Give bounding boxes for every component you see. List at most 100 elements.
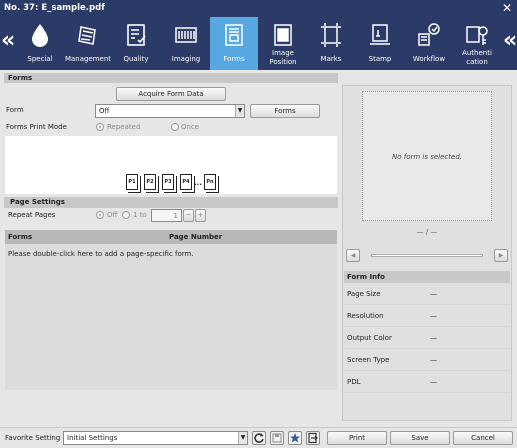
chevron-down-icon: ▼ <box>235 105 244 117</box>
radio-once[interactable] <box>171 123 179 131</box>
forms-button[interactable]: Forms <box>250 104 320 118</box>
crop-marks-icon <box>321 23 341 47</box>
page-forms-table-header: Forms Page Number <box>5 230 337 244</box>
acquire-form-data-button[interactable]: Acquire Form Data <box>116 87 226 101</box>
page-icon-p1: P1 <box>126 174 141 193</box>
tab-forms[interactable]: Forms <box>210 17 258 70</box>
column-header-forms[interactable]: Forms <box>8 230 32 244</box>
tab-label: Workflow <box>412 55 446 63</box>
page-settings-title: Page Settings <box>10 198 65 206</box>
scroll-right-icon[interactable]: « <box>503 27 517 55</box>
drop-icon <box>32 24 48 47</box>
radio-repeated-label: Repeated <box>107 123 141 131</box>
window-title: No. 37: E_sample.pdf <box>4 3 105 13</box>
radio-repeat-to[interactable] <box>122 211 130 219</box>
form-label: Form <box>6 106 24 114</box>
radio-repeat-to-label: 1 to <box>133 211 147 219</box>
decrement-button[interactable]: − <box>183 209 194 222</box>
repeat-pages-label: Repeat Pages <box>8 211 56 219</box>
prev-page-button[interactable]: ◀ <box>346 249 360 262</box>
radio-repeat-off-label: Off <box>107 211 118 219</box>
page-icon-p4: P4 <box>180 174 195 193</box>
tab-stamp[interactable]: Stamp <box>358 17 402 70</box>
radio-repeat-off[interactable] <box>96 211 104 219</box>
favorite-setting-label: Favorite Setting <box>5 434 61 442</box>
tab-label: Management <box>64 55 112 63</box>
radio-repeated[interactable] <box>96 123 104 131</box>
form-select-value: Off <box>99 107 110 115</box>
next-page-button[interactable]: ▶ <box>494 249 508 262</box>
favorite-setting-select[interactable]: Initial Settings ▼ <box>63 431 248 445</box>
scroll-left-icon[interactable]: « <box>1 27 15 55</box>
footer-bar: Favorite Setting Initial Settings ▼ Prin… <box>0 427 517 448</box>
tab-marks[interactable]: Marks <box>310 17 352 70</box>
save-button[interactable]: Save <box>390 431 450 445</box>
tab-imaging[interactable]: Imaging <box>164 17 208 70</box>
increment-button[interactable]: + <box>195 209 206 222</box>
workflow-icon <box>418 23 440 46</box>
tab-label-line2: cation <box>466 58 488 66</box>
tab-label: Imaging <box>171 55 201 63</box>
info-row-page-size: Page Size — <box>344 284 510 305</box>
info-row-output-color: Output Color — <box>344 328 510 349</box>
info-label: Resolution <box>347 312 384 320</box>
page-icon-pn: Pn <box>204 174 219 193</box>
form-select[interactable]: Off ▼ <box>95 104 245 118</box>
print-mode-label: Forms Print Mode <box>6 123 67 131</box>
repeat-pages-input[interactable]: 1 <box>151 209 182 222</box>
info-value: — <box>430 312 437 320</box>
radio-once-label: Once <box>181 123 200 131</box>
favorite-star-icon[interactable] <box>288 431 302 445</box>
export-icon[interactable] <box>306 431 320 445</box>
page-settings-header: Page Settings <box>4 197 338 208</box>
image-strip-icon <box>175 27 197 43</box>
form-icon <box>225 24 243 46</box>
page-slider-track[interactable] <box>371 254 483 257</box>
chevron-down-icon: ▼ <box>238 432 247 444</box>
info-value: — <box>430 334 437 342</box>
info-value: — <box>430 378 437 386</box>
info-label: Screen Type <box>347 356 390 364</box>
forms-section-title: Forms <box>8 74 33 82</box>
cancel-button[interactable]: Cancel <box>453 431 513 445</box>
tab-quality[interactable]: Quality <box>116 17 156 70</box>
tab-label: Stamp <box>368 55 392 63</box>
page-ellipsis: ... <box>194 179 202 187</box>
info-value: — <box>430 290 437 298</box>
title-bar: No. 37: E_sample.pdf ✕ <box>0 0 517 17</box>
tab-label: Forms <box>223 55 245 63</box>
close-icon[interactable]: ✕ <box>502 1 512 15</box>
position-icon <box>274 24 292 46</box>
checklist-icon <box>127 24 146 46</box>
info-label: Page Size <box>347 290 381 298</box>
page-forms-table-body[interactable]: Please double-click here to add a page-s… <box>5 244 337 390</box>
forms-section-header: Forms <box>4 73 338 83</box>
tab-special[interactable]: Special <box>20 17 60 70</box>
page-icon-p3: P3 <box>162 174 177 193</box>
tab-authentication[interactable]: Authenti cation <box>454 17 500 70</box>
tab-label: Marks <box>320 55 342 63</box>
table-hint: Please double-click here to add a page-s… <box>8 250 194 258</box>
info-value: — <box>430 356 437 364</box>
tab-label: Quality <box>123 55 149 63</box>
stamp-icon <box>370 24 390 45</box>
save-favorite-icon[interactable] <box>270 431 284 445</box>
tab-label-line1: Image <box>272 49 294 57</box>
tab-management[interactable]: Management <box>62 17 114 70</box>
paper-stack-icon <box>78 26 96 45</box>
tab-image-position[interactable]: Image Position <box>260 17 306 70</box>
refresh-icon[interactable] <box>252 431 266 445</box>
form-info-title: Form Info <box>347 273 385 281</box>
info-row-pdl: PDL — <box>344 372 510 393</box>
print-button[interactable]: Print <box>327 431 387 445</box>
no-form-text: No form is selected. <box>391 153 462 161</box>
info-row-resolution: Resolution — <box>344 306 510 327</box>
tab-label: Special <box>27 55 53 63</box>
tab-label-line2: Position <box>269 58 297 66</box>
ribbon-toolbar: « Special Management Quality Imaging For… <box>0 17 517 70</box>
tab-workflow[interactable]: Workflow <box>406 17 452 70</box>
info-row-screen-type: Screen Type — <box>344 350 510 371</box>
info-label: PDL <box>347 378 361 386</box>
form-preview-area: No form is selected. <box>362 91 492 221</box>
column-header-page-number[interactable]: Page Number <box>169 230 222 244</box>
